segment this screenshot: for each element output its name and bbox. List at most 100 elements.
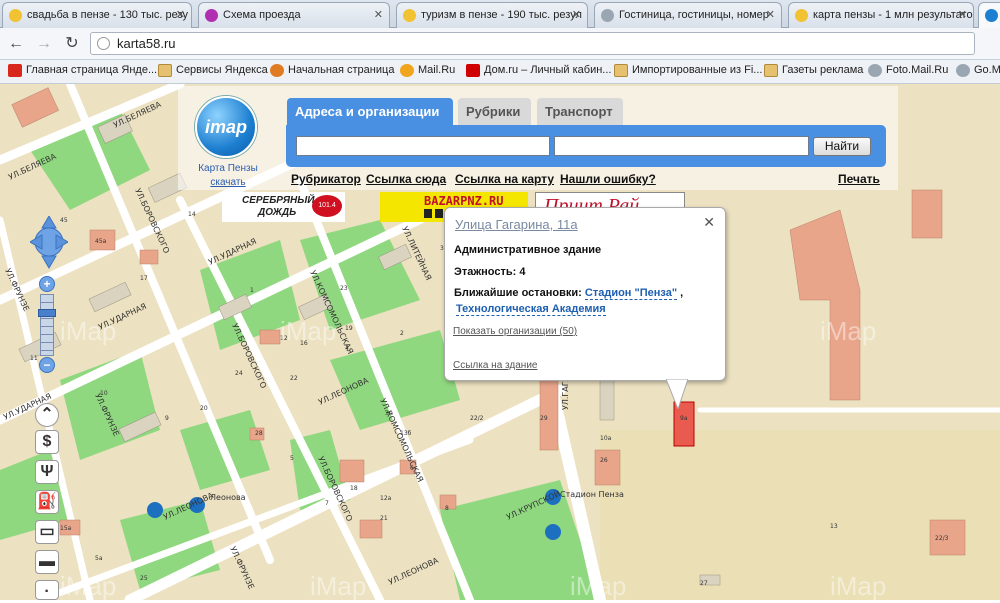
atm-icon[interactable]: ▭ (35, 520, 59, 544)
block (88, 281, 132, 313)
search-icon (9, 9, 22, 22)
bus-stop-icon[interactable] (147, 502, 163, 518)
back-icon[interactable]: ← (6, 34, 26, 54)
watermark: iMap (820, 316, 876, 346)
imap-logo[interactable]: imap (195, 96, 257, 158)
browser-tab-4[interactable]: Гостиница, гостиницы, номер ✕ (594, 2, 782, 28)
house-number: 10 (100, 390, 108, 397)
close-icon[interactable]: ✕ (766, 8, 775, 21)
house-number: 11 (30, 355, 38, 362)
close-icon[interactable]: ✕ (958, 8, 967, 21)
tab-addresses[interactable]: Адреса и организации (287, 98, 453, 125)
bookmark-item[interactable]: Импортированные из Fi... (614, 64, 762, 77)
bed-icon[interactable]: ▬ (35, 550, 59, 574)
address-bar: ← → ↻ karta58.ru (0, 28, 1000, 60)
tab-title: Гостиница, гостиницы, номер (619, 9, 769, 21)
bookmark-item[interactable]: Газеты реклама (764, 64, 863, 77)
watermark: iMap (830, 571, 886, 600)
print-link[interactable]: Печать (838, 172, 880, 186)
globe-icon (868, 64, 882, 77)
tab-transport[interactable]: Транспорт (537, 98, 623, 125)
zoom-in-button[interactable]: + (39, 276, 55, 292)
house-number: 28 (255, 430, 263, 437)
bookmark-label: Дом.ru – Личный кабин... (484, 64, 612, 76)
house-number: 19 (345, 325, 353, 332)
nearest-stops-2: Технологическая Академия (456, 303, 606, 316)
banner-text: BAZARPNZ.RU (424, 194, 504, 208)
building (359, 519, 383, 539)
bookmark-item[interactable]: Начальная страница (270, 64, 394, 77)
chevron-up-icon[interactable]: ⌃ (35, 403, 59, 427)
tab-title: туризм в пензе - 190 тыс. резул (421, 9, 582, 21)
house-number: 2 (400, 330, 404, 337)
house-number: 20 (200, 405, 208, 412)
bookmarks-bar: Главная страница Яндe... Сервисы Яндекса… (0, 60, 1000, 84)
search-icon (403, 9, 416, 22)
building-floors: Этажность: 4 (454, 266, 526, 278)
zoom-handle[interactable] (38, 309, 56, 317)
house-number: 29 (540, 415, 548, 422)
house-number: 45а (95, 238, 107, 245)
bus-stop-icon[interactable] (545, 524, 561, 540)
stop-label: Леонова (210, 493, 246, 502)
bookmark-item[interactable]: Foto.Mail.Ru (868, 64, 949, 77)
folder-icon (764, 64, 778, 77)
building-link[interactable]: Ссылка на здание (453, 360, 537, 371)
house-number: 13 (830, 523, 838, 530)
show-organizations-link[interactable]: Показать организации (50) (453, 326, 577, 337)
download-link[interactable]: скачать (188, 177, 268, 188)
close-icon[interactable]: ✕ (176, 8, 185, 21)
search-input-street[interactable] (296, 136, 550, 156)
dollar-icon[interactable]: $ (35, 430, 59, 454)
ad-banner-radio[interactable]: СЕРЕБРЯНЫЙ ДОЖДЬ 101.4 (222, 192, 345, 222)
browser-tab-1[interactable]: свадьба в пензе - 130 тыс. резу ✕ (2, 2, 192, 28)
zoom-out-button[interactable]: − (39, 357, 55, 373)
browser-tab-3[interactable]: туризм в пензе - 190 тыс. резул ✕ (396, 2, 588, 28)
fuel-icon[interactable]: ⛽ (35, 490, 59, 514)
stop-link-stadium[interactable]: Стадион "Пенза" (584, 287, 678, 300)
domru-icon (466, 64, 480, 77)
watermark: iMap (570, 571, 626, 600)
block (599, 379, 615, 421)
close-icon[interactable]: ✕ (703, 214, 715, 231)
forward-icon[interactable]: → (34, 34, 54, 54)
stop-link-academy[interactable]: Технологическая Академия (456, 303, 606, 316)
link-here[interactable]: Ссылка сюда (366, 172, 446, 186)
link-rubricator[interactable]: Рубрикатор (291, 172, 361, 186)
pan-control[interactable] (30, 216, 68, 272)
house-number: 5 (290, 455, 294, 462)
bookmark-label: Foto.Mail.Ru (886, 64, 949, 76)
mailru-icon (400, 64, 414, 77)
browser-tab-5[interactable]: карта пензы - 1 млн результато ✕ (788, 2, 974, 28)
cutlery-icon[interactable]: Ψ (35, 460, 59, 484)
land-zone (600, 430, 1000, 600)
pan-down-icon[interactable] (41, 255, 57, 269)
link-report-error[interactable]: Нашли ошибку? (560, 172, 656, 186)
close-icon[interactable]: ✕ (374, 8, 383, 21)
link-to-map[interactable]: Ссылка на карту (455, 172, 554, 186)
search-input-house[interactable] (554, 136, 809, 156)
house-number: 9 (165, 415, 169, 422)
url-field[interactable]: karta58.ru (90, 32, 975, 55)
zoom-slider[interactable] (38, 294, 56, 356)
bookmark-item[interactable]: Главная страница Яндe... (8, 64, 157, 77)
close-icon[interactable]: ✕ (572, 8, 581, 21)
firefox-icon (270, 64, 284, 77)
bookmark-item[interactable]: Mail.Ru (400, 64, 455, 77)
reload-icon[interactable]: ↻ (62, 34, 82, 54)
building (11, 87, 59, 128)
bookmark-item[interactable]: Дом.ru – Личный кабин... (466, 64, 612, 77)
more-icon[interactable]: · (35, 580, 59, 600)
watermark: iMap (60, 571, 116, 600)
watermark: iMap (280, 316, 336, 346)
house-number: 26 (600, 457, 608, 464)
popup-title: Улица Гагарина, 11а (455, 217, 578, 232)
browser-tab-2[interactable]: Схема проезда ✕ (198, 2, 390, 28)
browser-tab-6[interactable]: iMap (978, 2, 1000, 28)
tab-rubrics[interactable]: Рубрики (458, 98, 531, 125)
bookmark-item[interactable]: Сервисы Яндекса (158, 64, 268, 77)
pan-up-icon[interactable] (41, 216, 57, 229)
find-button[interactable]: Найти (813, 137, 871, 156)
stops-separator: , (680, 287, 684, 299)
bookmark-item[interactable]: Go.M (956, 64, 1000, 77)
